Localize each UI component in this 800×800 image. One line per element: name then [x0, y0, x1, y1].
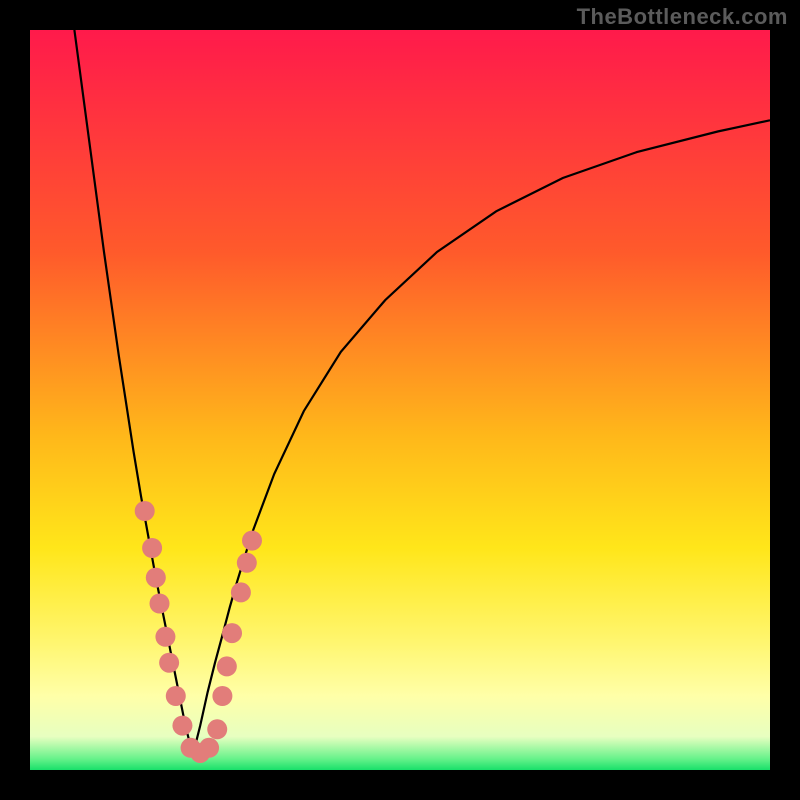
data-dot	[166, 686, 186, 706]
background-gradient	[30, 30, 770, 770]
data-dot	[217, 656, 237, 676]
data-dot	[172, 716, 192, 736]
data-dot	[222, 623, 242, 643]
data-dot	[150, 594, 170, 614]
data-dot	[135, 501, 155, 521]
data-dot	[231, 582, 251, 602]
data-dot	[207, 719, 227, 739]
data-dot	[237, 553, 257, 573]
data-dot	[212, 686, 232, 706]
data-dot	[146, 568, 166, 588]
data-dot	[142, 538, 162, 558]
chart-frame: TheBottleneck.com	[0, 0, 800, 800]
plot-area	[30, 30, 770, 770]
data-dot	[155, 627, 175, 647]
data-dot	[199, 738, 219, 758]
chart-svg	[30, 30, 770, 770]
data-dot	[159, 653, 179, 673]
watermark-text: TheBottleneck.com	[577, 4, 788, 30]
data-dot	[242, 531, 262, 551]
